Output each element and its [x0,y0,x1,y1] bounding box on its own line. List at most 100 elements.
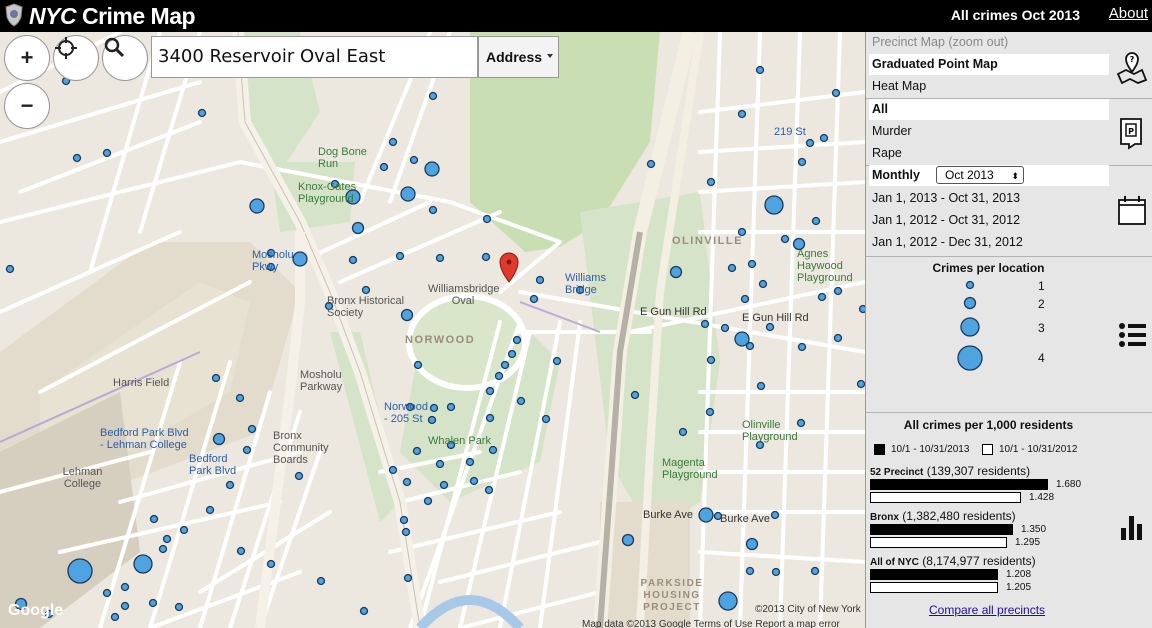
month-select-value: Oct 2013 [945,168,994,182]
map-label: Bedford Park Blvd - Lehman College [100,427,189,451]
bar-current-value: 1.350 [1021,524,1047,535]
map-label: Mosholu Parkway [300,369,343,393]
map-label: E Gun Hill Rd [742,312,809,324]
map-label: E Gun Hill Rd [640,306,707,318]
map-label: Burke Ave [643,509,693,521]
calendar-icon [1118,196,1146,225]
map-label: Mosholu Pkwy [252,249,294,273]
period-mode-label: Monthly [872,168,920,182]
legend-count: 1 [1038,279,1045,293]
map-type-precinct[interactable]: Precinct Map (zoom out) [869,32,1109,53]
bar-current-value: 1.680 [1056,479,1082,490]
bar-previous [870,537,1007,548]
bar-current [870,524,1013,535]
month-select[interactable]: Oct 2013 ⬍ [936,166,1024,184]
map-label: OLINVILLE [672,235,743,247]
period-range-year-2012[interactable]: Jan 1, 2012 - Dec 31, 2012 [869,232,1109,253]
map-tiles [0,32,865,628]
svg-text:P: P [1128,127,1134,136]
legend-count: 4 [1038,351,1045,365]
legend-circle-4 [957,345,983,371]
search-icon [104,37,125,58]
map-label: Bronx Historical Society [327,295,405,319]
area-name: 52 Precinct [870,467,924,478]
legend-circle-1 [965,280,975,290]
crime-type-murder[interactable]: Murder [869,121,1109,142]
map-label: NORWOOD [405,334,476,346]
zoom-out-button[interactable]: − [4,83,50,129]
map-label: PARKSIDE HOUSING PROJECT [640,578,704,613]
map-label: Bedford Park Blvd [189,453,237,477]
area-name: Bronx [870,512,899,523]
period-range-ytd-2012[interactable]: Jan 1, 2012 - Oct 31, 2012 [869,210,1109,231]
area-name: All of NYC [870,557,919,568]
svg-text:?: ? [1130,55,1135,64]
bar-current-value: 1.208 [1006,569,1032,580]
map-label: Knox-Gates Playground [298,181,357,205]
area-name-nyc: All of NYC (8,174,977 residents) [870,554,1036,568]
bar-current [870,479,1048,490]
bar-chart-icon [1121,516,1142,540]
app-title: NYC Crime Map [29,3,196,29]
bar-previous [870,582,998,593]
brand-name: Crime Map [81,3,196,29]
area-residents: (8,174,977 residents) [922,554,1036,568]
crosshair-icon [55,37,77,59]
key-current-label: 10/1 - 10/31/2013 [891,444,970,455]
area-name-precinct: 52 Precinct (139,307 residents) [870,464,1030,478]
crime-type-rape[interactable]: Rape [869,143,1109,164]
rates-title: All crimes per 1,000 residents [903,418,1074,432]
map-label: 219 St [774,126,806,138]
map-label: Burke Ave [720,513,770,525]
search-type-value: Address [486,49,543,65]
locate-me-button[interactable] [53,35,99,81]
search-button[interactable] [102,35,148,81]
area-residents: (1,382,480 residents) [902,509,1016,523]
stepper-arrows-icon: ⬍ [1011,171,1019,181]
list-icon [1119,323,1146,347]
bar-current [870,569,998,580]
map-terms[interactable]: Map data ©2013 Google Terms of Use Repor… [582,619,840,628]
zoom-in-button[interactable]: + [4,35,50,81]
area-residents: (139,307 residents) [926,464,1031,478]
key-current-swatch [874,444,885,455]
address-search-input[interactable]: 3400 Reservoir Oval East [151,36,478,78]
legend-circle-3 [960,317,980,337]
map-label: Whalen Park [428,435,491,447]
map-label: Olinville Playground [742,419,798,443]
bar-previous [870,492,1021,503]
chevron-down-icon [547,54,553,58]
bar-previous-value: 1.205 [1006,582,1032,593]
period-range-ytd-2013[interactable]: Jan 1, 2013 - Oct 31, 2013 [869,188,1109,209]
compare-precincts-link[interactable]: Compare all precincts [929,603,1045,617]
map-label: Williamsbridge Oval [428,283,500,307]
map-type-graduated-point[interactable]: Graduated Point Map [869,54,1109,75]
legend-circles [957,280,983,371]
google-logo: Google [8,602,64,619]
top-bar: NYC Crime Map All crimes Oct 2013 About [0,0,1152,32]
map-label: Williams Bridge [565,272,606,296]
map-label: Agnes Haywood Playground [797,248,853,284]
map-canvas[interactable]: Dog Bone Run Knox-Gates Playground Mosho… [0,32,865,628]
search-type-select[interactable]: Address [478,36,559,78]
map-label: Magenta Playground [662,457,718,481]
current-view-title: All crimes Oct 2013 [950,7,1080,23]
brand-nyc: NYC [29,3,77,29]
crime-type-all[interactable]: All [869,99,1109,120]
map-label: Dog Bone Run [318,146,367,170]
about-link[interactable]: About [1109,5,1148,22]
bar-previous-value: 1.428 [1029,492,1055,503]
legend-circle-2 [963,296,977,310]
map-label: Bronx Community Boards [273,430,329,466]
map-label: Lehman College [62,466,103,490]
crime-type-icon: P [1120,118,1142,150]
map-type-icon: ? [1116,52,1148,84]
divider [866,256,1152,257]
key-previous-label: 10/1 - 10/31/2012 [999,444,1078,455]
nypd-badge-icon [5,3,23,27]
area-name-bronx: Bronx (1,382,480 residents) [870,509,1016,523]
map-label: Norwood - 205 St [384,401,429,425]
sidebar: Precinct Map (zoom out) Graduated Point … [865,32,1152,628]
legend-title: Crimes per location [932,261,1045,275]
map-type-heat[interactable]: Heat Map [869,76,1109,97]
